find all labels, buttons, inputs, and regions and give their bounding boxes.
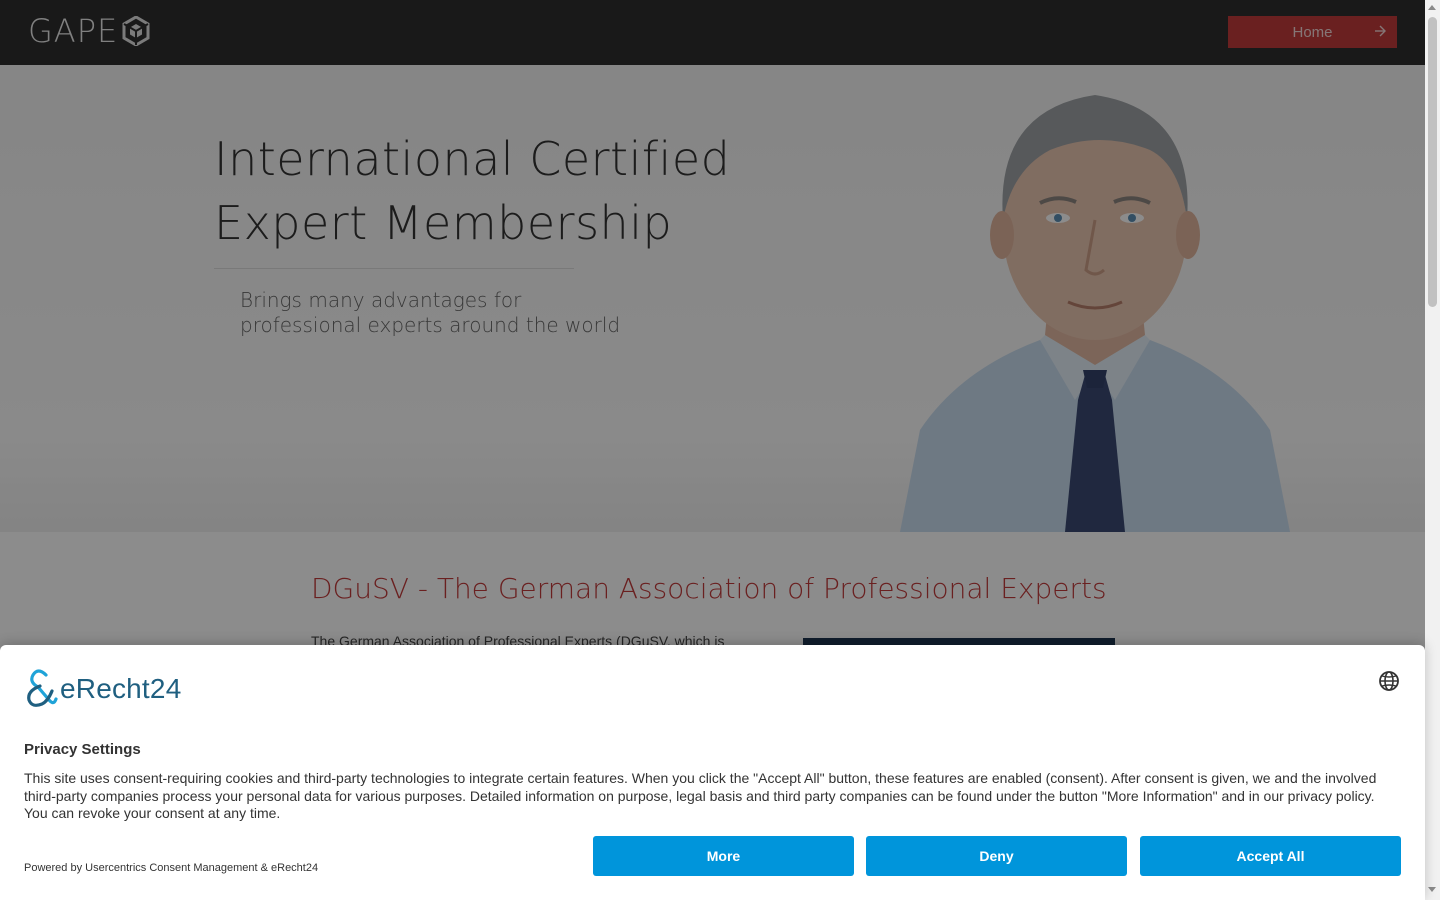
powered-by-text: Powered by Usercentrics Consent Manageme…	[24, 862, 319, 874]
globe-icon[interactable]	[1378, 670, 1400, 692]
deny-button[interactable]: Deny	[866, 836, 1127, 876]
erecht-ampersand-icon	[27, 669, 58, 707]
page-scrollbar[interactable]	[1425, 0, 1440, 900]
privacy-consent-dialog: eRecht24 Privacy Settings This site uses…	[0, 645, 1425, 900]
erecht24-brand: eRecht24	[60, 673, 182, 704]
scroll-thumb[interactable]	[1428, 17, 1437, 307]
consent-description: This site uses consent-requiring cookies…	[24, 770, 1377, 821]
scroll-up-arrow-icon[interactable]	[1428, 5, 1436, 10]
more-button[interactable]: More	[593, 836, 854, 876]
scroll-down-arrow-icon[interactable]	[1428, 887, 1436, 892]
accept-all-button[interactable]: Accept All	[1140, 836, 1401, 876]
consent-title: Privacy Settings	[24, 741, 141, 758]
erecht24-logo: eRecht24	[24, 669, 181, 709]
